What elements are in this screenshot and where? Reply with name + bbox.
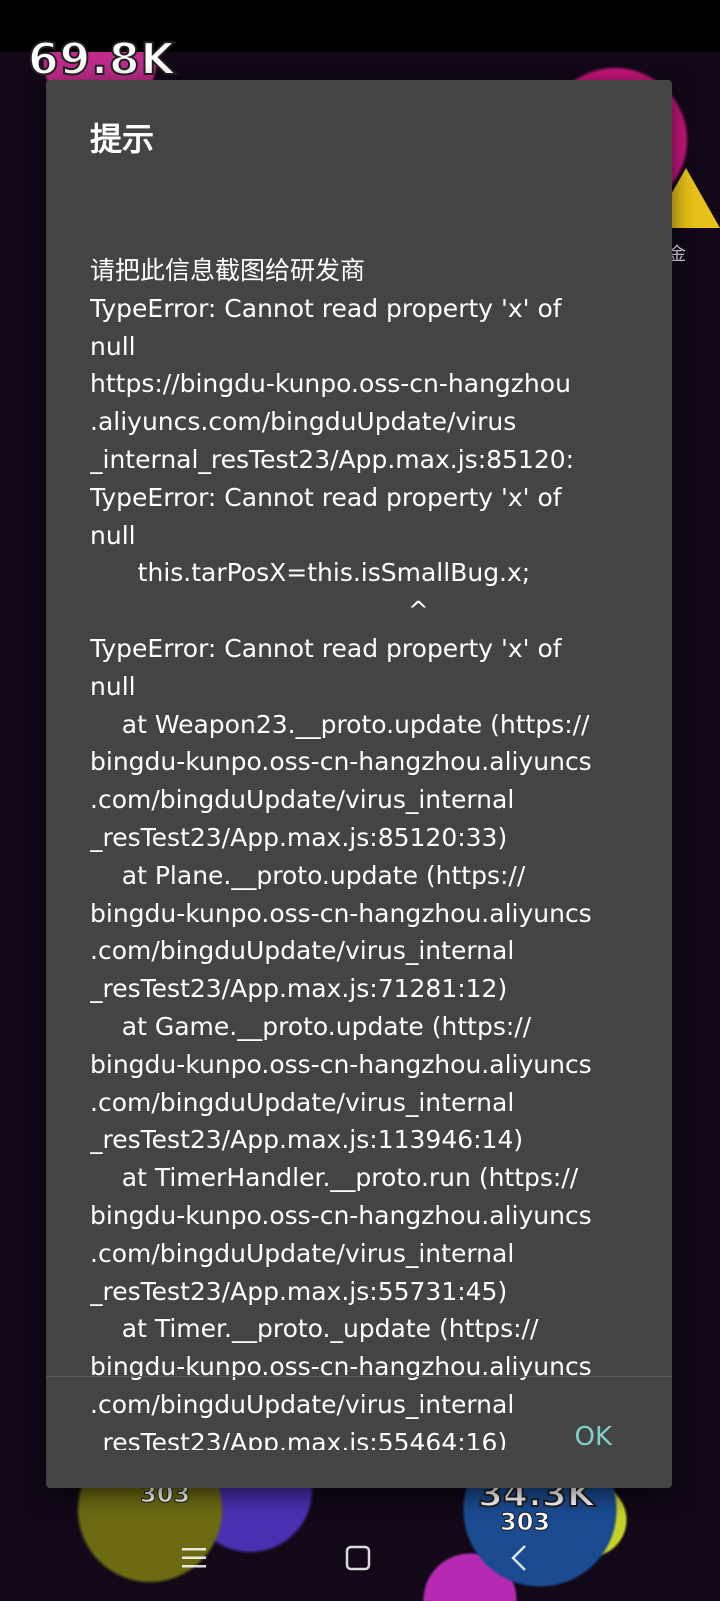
game-screen: 69.8K 金 34.3K 303 303 提示 请把此信息截图给研发商 Typ… (0, 0, 720, 1601)
menu-icon[interactable] (172, 1536, 216, 1580)
dialog-title: 提示 (90, 120, 155, 158)
home-icon[interactable] (336, 1536, 380, 1580)
ok-button[interactable]: OK (570, 1416, 616, 1458)
alert-dialog: 提示 请把此信息截图给研发商 TypeError: Cannot read pr… (46, 80, 672, 1488)
back-icon[interactable] (498, 1536, 542, 1580)
background-score-top: 69.8K (27, 33, 176, 86)
dialog-message: 请把此信息截图给研发商 TypeError: Cannot read prope… (90, 256, 592, 1450)
navigation-bar (0, 1520, 720, 1600)
dialog-divider (46, 1376, 672, 1377)
